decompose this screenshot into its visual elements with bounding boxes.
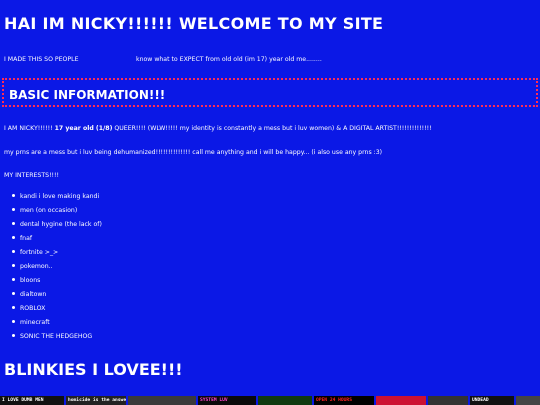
- list-item: men (on occasion): [12, 207, 102, 221]
- list-item-label: kandi i love making kandi: [20, 193, 100, 200]
- about-text-start: I AM NICKY!!!!!!: [4, 125, 55, 132]
- interests-heading: MY INTERESTS!!!!: [4, 172, 59, 179]
- list-item-label: ROBLOX: [20, 305, 46, 312]
- bullet-icon: [12, 334, 15, 337]
- blinkie-image: homicide is the answer: [66, 396, 126, 405]
- bullet-icon: [12, 278, 15, 281]
- list-item-label: men (on occasion): [20, 207, 78, 214]
- intro-text-right: know what to EXPECT from old old (im 17)…: [136, 56, 322, 63]
- bullet-icon: [12, 292, 15, 295]
- about-text-age: 17 year old (1/8): [54, 125, 113, 132]
- blinkie-image: OPEN 24 HOURS: [314, 396, 374, 405]
- list-item-label: fortnite >_>: [20, 249, 59, 256]
- bullet-icon: [12, 222, 15, 225]
- list-item-label: fnaf: [20, 235, 33, 242]
- bullet-icon: [12, 208, 15, 211]
- bullet-icon: [12, 306, 15, 309]
- blinkie-image: UNDEAD: [470, 396, 514, 405]
- list-item: fortnite >_>: [12, 249, 102, 263]
- list-item-label: bloons: [20, 277, 41, 284]
- bullet-icon: [12, 250, 15, 253]
- list-item: SONIC THE HEDGEHOG: [12, 333, 102, 347]
- list-item: kandi i love making kandi: [12, 193, 102, 207]
- blinkies-heading: BLINKIES I LOVEE!!!: [4, 360, 183, 379]
- bullet-icon: [12, 194, 15, 197]
- blinkie-image: [428, 396, 468, 405]
- list-item-label: SONIC THE HEDGEHOG: [20, 333, 93, 340]
- bullet-icon: [12, 236, 15, 239]
- bullet-icon: [12, 320, 15, 323]
- bullet-icon: [12, 264, 15, 267]
- basic-information-section: BASIC INFORMATION!!!: [2, 78, 538, 107]
- basic-information-heading: BASIC INFORMATION!!!: [9, 88, 166, 102]
- blinkie-image: [376, 396, 426, 405]
- list-item: fnaf: [12, 235, 102, 249]
- interests-list: kandi i love making kandi men (on occasi…: [12, 193, 102, 347]
- list-item-label: dental hygine (the lack of): [20, 221, 102, 228]
- blinkie-image: [128, 396, 196, 405]
- blinkie-image: [258, 396, 312, 405]
- blinkie-image: [516, 396, 540, 405]
- list-item: pokemon..: [12, 263, 102, 277]
- pronouns-text: my prns are a mess but i luv being dehum…: [4, 149, 383, 156]
- blinkie-image: SYSTEM LUV: [198, 396, 256, 405]
- about-text: I AM NICKY!!!!!! 17 year old (1/8) QUEER…: [4, 125, 432, 132]
- intro-text-left: I MADE THIS SO PEOPLE: [4, 56, 79, 63]
- page-title: HAI IM NICKY!!!!!! WELCOME TO MY SITE: [4, 14, 384, 33]
- list-item-label: dialtown: [20, 291, 47, 298]
- list-item: minecraft: [12, 319, 102, 333]
- list-item: dialtown: [12, 291, 102, 305]
- about-text-rest: QUEER!!!! (WLW!!!!! my identity is const…: [112, 125, 432, 132]
- list-item: ROBLOX: [12, 305, 102, 319]
- blinkie-row: I LOVE DUMB MEN homicide is the answer SYS…: [0, 396, 540, 405]
- list-item-label: pokemon..: [20, 263, 53, 270]
- list-item: bloons: [12, 277, 102, 291]
- list-item-label: minecraft: [20, 319, 50, 326]
- blinkie-image: I LOVE DUMB MEN: [0, 396, 64, 405]
- list-item: dental hygine (the lack of): [12, 221, 102, 235]
